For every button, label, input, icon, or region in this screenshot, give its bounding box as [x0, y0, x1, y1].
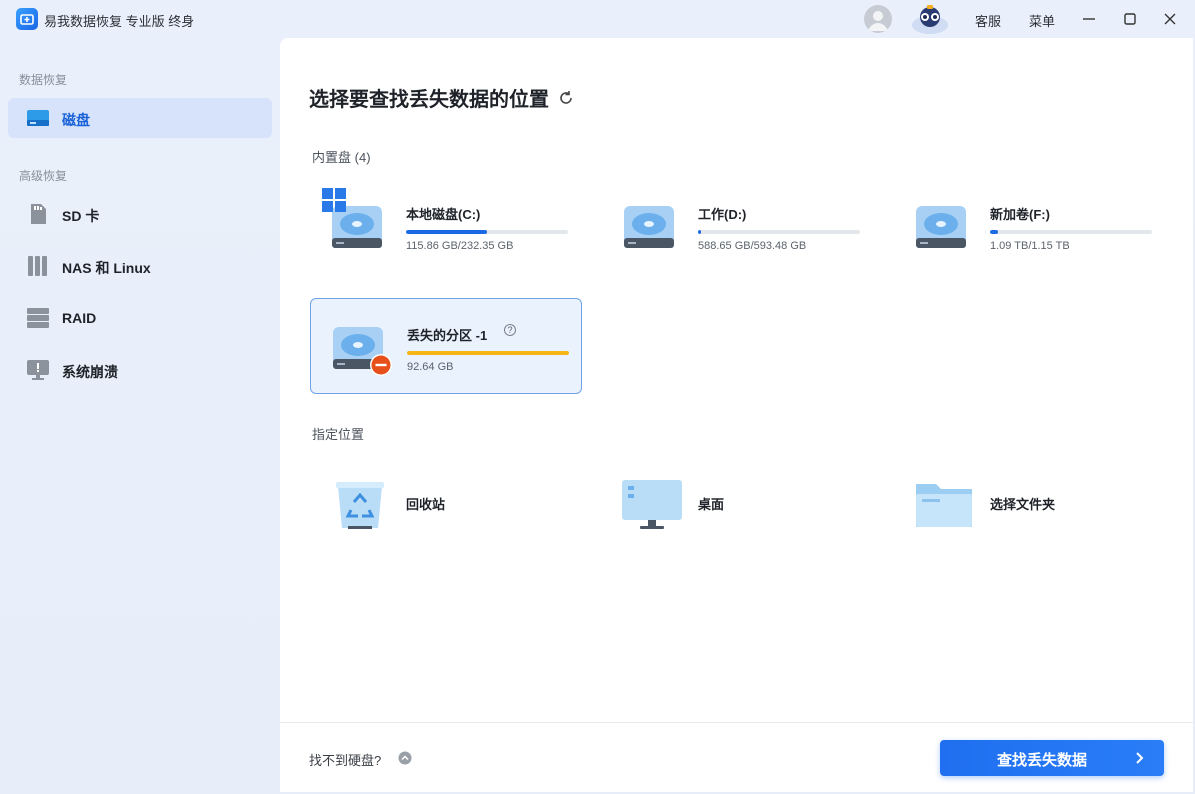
sidebar-item-label: NAS 和 Linux — [62, 260, 151, 276]
lost-partition-badge-icon — [369, 353, 393, 382]
page-title: 选择要查找丢失数据的位置 — [309, 89, 549, 111]
main-panel: 选择要查找丢失数据的位置 内置盘 (4) 本地磁盘(C:) 115.86 GB/… — [280, 38, 1193, 792]
sidebar-section-data-recovery: 数据恢复 — [19, 73, 68, 87]
refresh-icon[interactable] — [557, 89, 575, 107]
drive-usage-fill — [698, 230, 702, 234]
internal-drives-count: (4) — [354, 150, 371, 165]
drive-usage-fill — [407, 351, 569, 355]
drive-usage-bar — [698, 230, 860, 234]
drive-name: 工作(D:) — [698, 207, 747, 222]
drive-size: 1.09 TB/1.15 TB — [990, 240, 1070, 252]
drive-usage-bar — [407, 351, 569, 355]
location-choose-folder[interactable]: 选择文件夹 — [894, 462, 1166, 542]
title-bar: 易我数据恢复 专业版 终身 客服 菜单 — [0, 0, 1195, 38]
folder-icon — [914, 472, 974, 532]
drive-usage-fill — [406, 230, 487, 234]
sidebar-item-sd-card[interactable]: SD 卡 — [8, 194, 272, 234]
location-desktop[interactable]: 桌面 — [602, 462, 874, 542]
close-icon[interactable] — [1159, 8, 1181, 30]
drive-name: 本地磁盘(C:) — [406, 207, 481, 222]
app-logo-icon — [16, 8, 38, 30]
location-label: 桌面 — [698, 497, 725, 512]
scan-lost-data-button[interactable]: 查找丢失数据 — [940, 740, 1164, 776]
recycle-bin-icon — [330, 472, 390, 532]
sidebar-item-label: SD 卡 — [62, 208, 100, 224]
user-avatar[interactable] — [864, 5, 892, 33]
cant-find-disk-link[interactable]: 找不到硬盘? — [309, 750, 381, 769]
disk-icon — [26, 107, 50, 129]
hard-drive-icon — [622, 198, 676, 252]
location-label: 回收站 — [406, 497, 446, 512]
sidebar-item-system-crash[interactable]: 系统崩溃 — [8, 350, 272, 390]
minimize-icon[interactable] — [1078, 8, 1100, 30]
system-crash-icon — [26, 359, 50, 381]
mascot-icon[interactable] — [908, 3, 952, 35]
drive-usage-bar — [990, 230, 1152, 234]
specified-location-label: 指定位置 — [312, 427, 365, 442]
sidebar-item-label: 系统崩溃 — [62, 364, 118, 380]
desktop-icon — [622, 472, 682, 532]
sidebar-item-raid[interactable]: RAID — [8, 298, 272, 338]
windows-icon — [322, 188, 346, 217]
menu-button[interactable]: 菜单 — [1029, 11, 1055, 30]
location-recycle-bin[interactable]: 回收站 — [310, 462, 582, 542]
footer: 找不到硬盘? 查找丢失数据 — [280, 722, 1193, 792]
drive-c[interactable]: 本地磁盘(C:) 115.86 GB/232.35 GB — [310, 178, 582, 274]
maximize-icon[interactable] — [1119, 8, 1141, 30]
sidebar-item-nas[interactable]: NAS 和 Linux — [8, 246, 272, 286]
drive-name: 丢失的分区 -1 — [407, 328, 488, 343]
drive-lost-partition[interactable]: 丢失的分区 -1 ? 92.64 GB — [310, 298, 582, 394]
raid-icon — [26, 307, 50, 329]
sd-card-icon — [26, 203, 50, 225]
drive-name: 新加卷(F:) — [990, 207, 1050, 222]
sidebar-section-advanced: 高级恢复 — [19, 169, 68, 183]
sidebar-item-label: 磁盘 — [62, 112, 90, 128]
chevron-up-icon[interactable] — [398, 751, 412, 765]
support-button[interactable]: 客服 — [975, 11, 1001, 30]
nas-icon — [26, 255, 50, 277]
drive-size: 115.86 GB/232.35 GB — [406, 240, 514, 252]
scan-button-label: 查找丢失数据 — [997, 752, 1088, 769]
chevron-right-icon — [1132, 751, 1146, 765]
internal-drives-label: 内置盘 (4) — [312, 147, 371, 166]
sidebar: 数据恢复 磁盘 高级恢复 SD 卡 NAS 和 Linux RAID 系统崩溃 — [0, 38, 280, 794]
internal-drives-text: 内置盘 — [312, 150, 352, 165]
hard-drive-icon — [914, 198, 968, 252]
sidebar-item-disk[interactable]: 磁盘 — [8, 98, 272, 138]
app-title: 易我数据恢复 专业版 终身 — [44, 14, 195, 29]
help-icon[interactable]: ? — [504, 324, 516, 336]
drive-f[interactable]: 新加卷(F:) 1.09 TB/1.15 TB — [894, 178, 1166, 274]
location-label: 选择文件夹 — [990, 497, 1056, 512]
drive-size: 588.65 GB/593.48 GB — [698, 240, 807, 252]
sidebar-item-label: RAID — [62, 310, 97, 326]
drive-d[interactable]: 工作(D:) 588.65 GB/593.48 GB — [602, 178, 874, 274]
drive-usage-fill — [990, 230, 999, 234]
drive-size: 92.64 GB — [407, 361, 454, 373]
drive-usage-bar — [406, 230, 568, 234]
